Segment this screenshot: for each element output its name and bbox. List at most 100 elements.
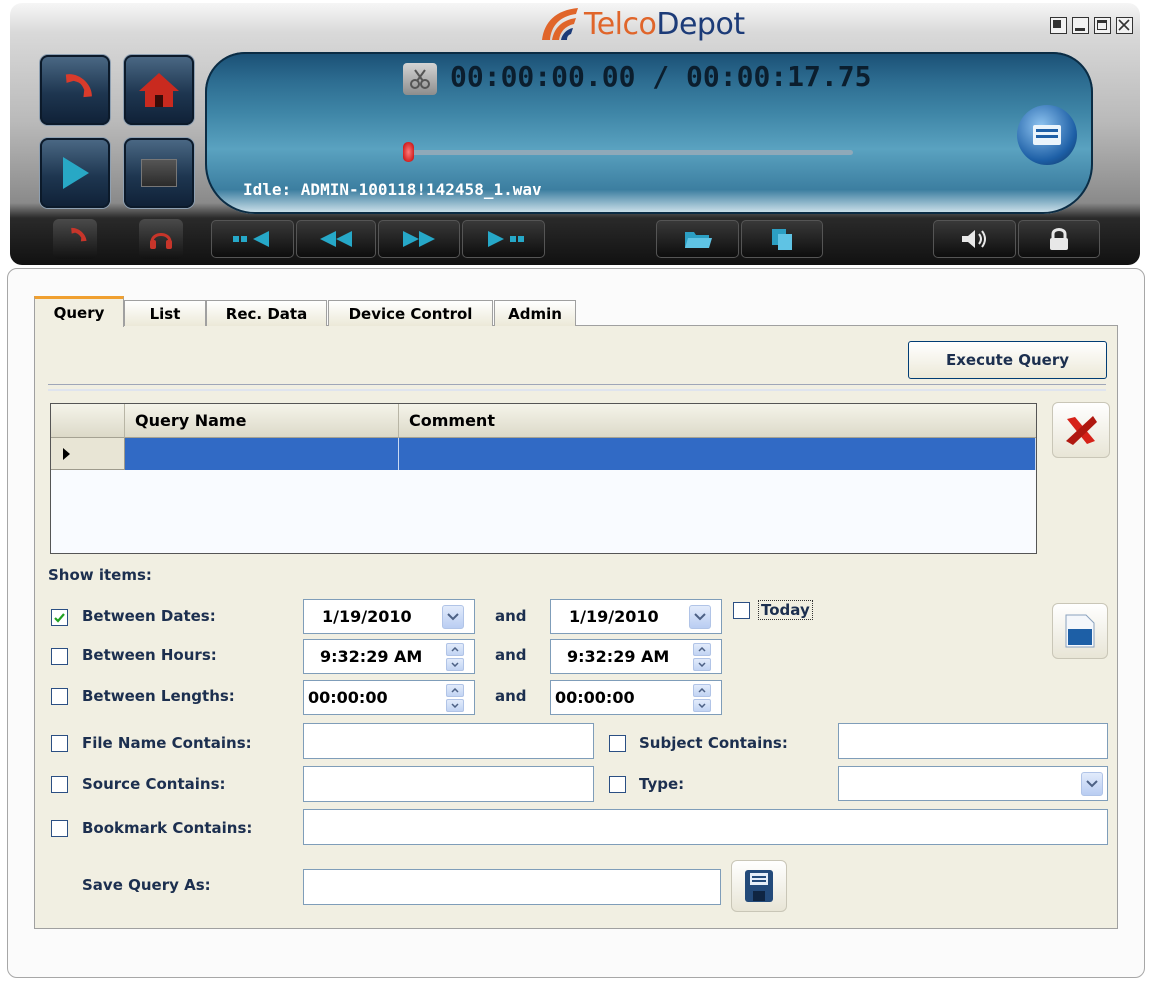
skip-end-button[interactable] [462,220,545,258]
play-button[interactable] [40,138,110,208]
app-logo: Telco Depot [538,2,745,46]
file-name-label: File Name Contains: [82,734,252,752]
and-label-dates: and [495,607,527,625]
source-input[interactable] [303,766,594,802]
spin-updown-icon[interactable] [693,683,711,712]
spin-updown-icon[interactable] [446,642,464,671]
chevron-down-icon[interactable] [689,604,711,629]
seek-track[interactable] [405,150,853,155]
rewind-button[interactable] [296,220,376,258]
telco-logo-icon [542,8,578,40]
minimize-icon[interactable] [1072,17,1089,34]
document-save-icon [1065,614,1095,648]
between-dates-label: Between Dates: [82,607,216,625]
file-name-checkbox[interactable] [51,735,68,752]
time-separator: / [635,60,687,93]
stop-button[interactable] [124,138,194,208]
maximize-icon[interactable] [1094,17,1111,34]
seek-handle[interactable] [403,142,414,162]
hour-from-value: 9:32:29 AM [320,647,423,666]
checkmark-icon [54,613,65,623]
volume-button[interactable] [933,220,1016,258]
save-query-as-input[interactable] [303,869,721,905]
subject-label: Subject Contains: [639,734,788,752]
hour-from-picker[interactable]: 9:32:29 AM [303,639,475,674]
subject-input[interactable] [838,723,1108,759]
tab-admin[interactable]: Admin [494,300,576,326]
between-hours-label: Between Hours: [82,646,217,664]
length-from-picker[interactable]: 00:00:00 [303,680,475,715]
brand-depot: Depot [656,6,745,42]
subject-checkbox[interactable] [609,735,626,752]
spin-updown-icon[interactable] [693,642,711,671]
floppy-disk-icon [745,870,773,902]
show-items-label: Show items: [48,566,152,584]
length-to-picker[interactable]: 00:00:00 [550,680,722,715]
copy-icon [772,229,792,250]
tab-list[interactable]: List [124,300,206,326]
today-label: Today [758,600,813,620]
home-button[interactable] [124,55,194,125]
disk-button[interactable] [1017,105,1077,165]
between-dates-checkbox[interactable] [51,609,68,626]
between-hours-checkbox[interactable] [51,648,68,665]
delete-query-button[interactable] [1052,402,1110,458]
save-button[interactable] [1052,603,1108,659]
spin-updown-icon[interactable] [446,683,464,712]
date-to-picker[interactable]: 1/19/2010 [550,599,722,634]
column-header-comment[interactable]: Comment [399,404,1036,438]
copy-button[interactable] [741,220,823,258]
save-query-button[interactable] [731,860,787,912]
fast-forward-button[interactable] [378,220,460,258]
phone-button[interactable] [40,55,110,125]
type-label: Type: [639,775,685,793]
table-cell-comment[interactable] [399,438,1036,470]
headset-phone-button[interactable] [53,219,97,259]
tab-query[interactable]: Query [34,296,124,327]
separator [48,384,1106,391]
open-folder-button[interactable] [656,220,739,258]
fast-forward-icon [403,231,435,247]
skip-start-button[interactable] [211,220,294,258]
chevron-down-icon[interactable] [1081,771,1103,796]
skip-end-icon [487,231,524,247]
chevron-down-icon[interactable] [442,604,464,629]
date-from-value: 1/19/2010 [322,607,412,626]
lock-button[interactable] [1018,220,1100,258]
query-grid[interactable]: Query Name Comment [50,403,1037,554]
cut-button[interactable] [403,63,437,95]
tab-device-control[interactable]: Device Control [328,300,493,326]
today-checkbox[interactable] [733,602,750,619]
length-to-value: 00:00:00 [555,688,635,707]
bookmark-label: Bookmark Contains: [82,819,253,837]
between-lengths-checkbox[interactable] [51,688,68,705]
source-checkbox[interactable] [51,776,68,793]
restore-icon[interactable] [1050,17,1067,34]
delete-x-icon [1066,416,1097,445]
date-from-picker[interactable]: 1/19/2010 [303,599,475,634]
time-current: 00:00:00.00 [450,60,636,93]
headphones-icon [150,233,172,249]
player-status: Idle: ADMIN-100118!142458_1.wav [243,180,542,199]
date-to-value: 1/19/2010 [569,607,659,626]
bookmark-input[interactable] [303,809,1108,845]
tab-rec-data[interactable]: Rec. Data [206,300,327,326]
bookmark-checkbox[interactable] [51,820,68,837]
type-select[interactable] [838,766,1108,801]
headset-phone-icon [71,227,87,242]
save-query-as-label: Save Query As: [82,876,211,894]
rewind-icon [320,231,352,247]
hour-to-picker[interactable]: 9:32:29 AM [550,639,722,674]
row-header[interactable] [51,438,125,470]
execute-query-button[interactable]: Execute Query [908,341,1107,379]
headphones-button[interactable] [139,219,183,259]
phone-icon [65,74,92,98]
file-name-input[interactable] [303,723,594,759]
close-icon[interactable] [1116,17,1133,34]
column-header-query-name[interactable]: Query Name [125,404,399,438]
skip-start-icon [232,231,269,247]
table-cell-query-name[interactable] [125,438,399,470]
between-lengths-label: Between Lengths: [82,687,235,705]
type-checkbox[interactable] [609,776,626,793]
source-label: Source Contains: [82,775,226,793]
